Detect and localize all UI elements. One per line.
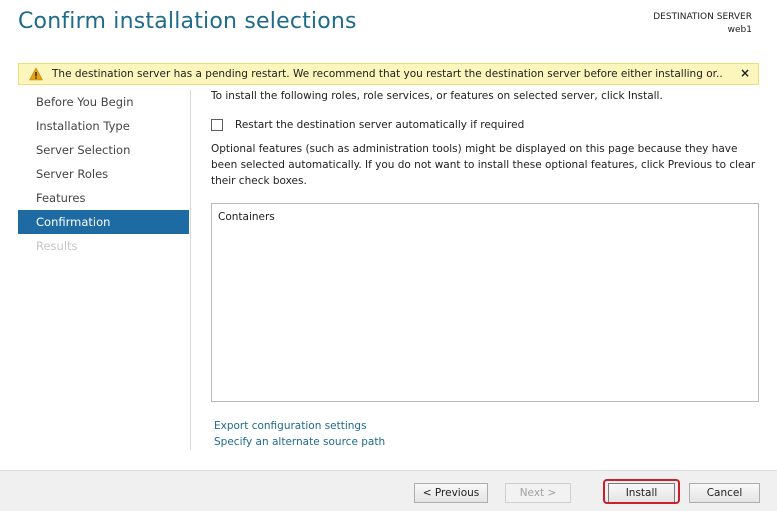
nav-item-server-roles[interactable]: Server Roles [18, 162, 189, 186]
intro-text: To install the following roles, role ser… [211, 90, 663, 102]
nav-item-confirmation[interactable]: Confirmation [18, 210, 189, 234]
alternate-source-link[interactable]: Specify an alternate source path [214, 436, 385, 448]
destination-server-name: web1 [727, 25, 752, 35]
wizard-nav: Before You Begin Installation Type Serve… [18, 90, 189, 258]
page-title: Confirm installation selections [18, 9, 357, 34]
destination-label: DESTINATION SERVER [653, 12, 752, 22]
pending-restart-warning: The destination server has a pending res… [18, 63, 759, 85]
previous-button[interactable]: < Previous [414, 483, 488, 503]
nav-item-results: Results [36, 239, 78, 253]
selections-list[interactable]: Containers [211, 203, 759, 402]
restart-checkbox[interactable] [211, 119, 223, 131]
install-highlight-ring [603, 479, 680, 504]
close-icon[interactable]: × [740, 66, 750, 80]
nav-item-installation-type[interactable]: Installation Type [18, 114, 189, 138]
nav-item-before-you-begin[interactable]: Before You Begin [18, 90, 189, 114]
optional-features-note: Optional features (such as administratio… [211, 143, 756, 187]
nav-divider [190, 90, 191, 450]
warning-text: The destination server has a pending res… [52, 68, 722, 80]
cancel-button[interactable]: Cancel [689, 483, 760, 503]
list-item-containers: Containers [218, 211, 275, 223]
export-configuration-link[interactable]: Export configuration settings [214, 420, 367, 432]
next-button: Next > [505, 483, 571, 503]
restart-checkbox-label[interactable]: Restart the destination server automatic… [235, 119, 524, 131]
nav-item-server-selection[interactable]: Server Selection [18, 138, 189, 162]
warning-icon [29, 67, 43, 81]
destination-server-info: DESTINATION SERVER web1 [653, 11, 752, 37]
restart-checkbox-row[interactable]: Restart the destination server automatic… [211, 119, 524, 131]
nav-item-features[interactable]: Features [18, 186, 189, 210]
